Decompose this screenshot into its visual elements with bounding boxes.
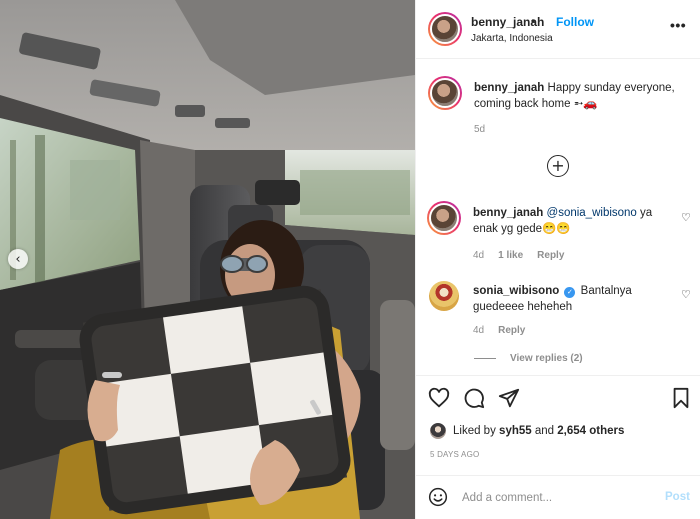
caption-username[interactable]: benny_janah: [474, 82, 544, 94]
comment-heart-icon[interactable]: ♡: [681, 212, 691, 223]
instagram-post: ‹ benny_janah • Follow Jakarta, Indonesi…: [0, 0, 700, 519]
caption-age: 5d: [474, 124, 486, 135]
likes-connector: and: [534, 425, 555, 437]
likes-others[interactable]: 2,654 others: [557, 425, 624, 437]
comment-meta: 4d Reply: [473, 325, 525, 336]
caption: benny_janah Happy sunday everyone, comin…: [474, 80, 689, 112]
caption-author-avatar[interactable]: [428, 76, 462, 110]
post-timestamp[interactable]: 5 DAYS AGO: [430, 450, 479, 459]
comment: benny_janah @sonia_wibisono ya enak yg g…: [473, 205, 668, 237]
comment-age: 4d: [473, 250, 485, 261]
comment-icon[interactable]: [463, 387, 485, 409]
liker-username[interactable]: syh55: [499, 425, 532, 437]
car-interior-photo: [0, 0, 415, 519]
comment: sonia_wibisono ✓ Bantalnya guedeeee hehe…: [473, 283, 668, 315]
comment-mention[interactable]: @sonia_wibisono: [547, 207, 637, 219]
likes-text: Liked by syh55 and 2,654 others: [453, 425, 624, 437]
plus-circle-icon[interactable]: +: [547, 155, 569, 177]
comment-likes[interactable]: 1 like: [498, 250, 523, 261]
view-replies-button[interactable]: View replies (2): [474, 353, 583, 364]
author-avatar[interactable]: [428, 12, 462, 46]
likes-prefix: Liked by: [453, 425, 496, 437]
comment-username[interactable]: benny_janah: [473, 207, 543, 219]
comment-author-avatar[interactable]: [427, 201, 461, 235]
reply-button[interactable]: Reply: [498, 325, 525, 336]
view-replies-label: View replies (2): [510, 353, 583, 364]
verified-badge-icon: ✓: [564, 287, 576, 298]
comment-meta: 4d 1 like Reply: [473, 250, 564, 261]
separator-dot: •: [531, 14, 536, 28]
action-bar: [415, 375, 700, 420]
post-photo[interactable]: ‹: [0, 0, 415, 519]
comment-username[interactable]: sonia_wibisono: [473, 285, 559, 297]
share-icon[interactable]: [498, 387, 520, 409]
post-header: benny_janah • Follow Jakarta, Indonesia …: [416, 0, 700, 59]
post-comment-button[interactable]: Post: [665, 491, 690, 503]
follow-button[interactable]: Follow: [556, 15, 594, 29]
comment-age: 4d: [473, 325, 485, 336]
comment-input[interactable]: [462, 488, 642, 508]
likes-summary: Liked by syh55 and 2,654 others: [430, 423, 624, 439]
heart-icon[interactable]: [428, 387, 450, 409]
add-comment-bar: Post: [415, 475, 700, 519]
emoji-icon[interactable]: [428, 487, 448, 507]
post-location[interactable]: Jakarta, Indonesia: [471, 33, 553, 44]
reply-button[interactable]: Reply: [537, 250, 564, 261]
more-options-icon[interactable]: •••: [670, 18, 686, 32]
carousel-prev-button[interactable]: ‹: [8, 249, 28, 269]
bookmark-icon[interactable]: [670, 387, 692, 409]
comment-heart-icon[interactable]: ♡: [681, 289, 691, 300]
comment-author-avatar[interactable]: [429, 281, 459, 311]
liker-avatar[interactable]: [430, 423, 446, 439]
replies-divider: [474, 358, 496, 359]
chevron-left-icon: ‹: [15, 251, 21, 267]
